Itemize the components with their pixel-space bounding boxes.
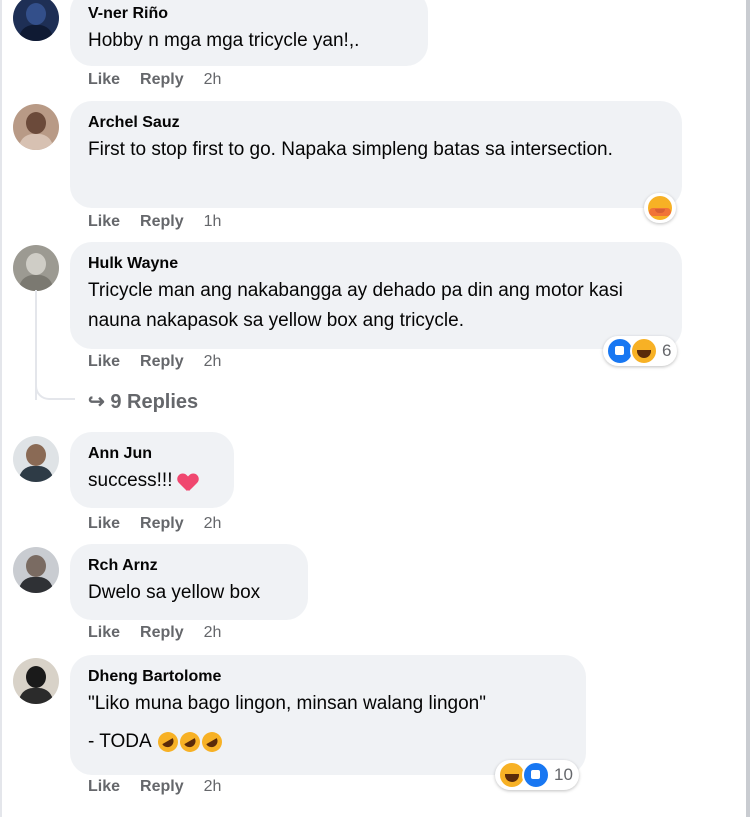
reply-button[interactable]: Reply — [140, 515, 184, 533]
avatar[interactable] — [13, 547, 59, 593]
care-face-icon — [646, 194, 674, 222]
comment-text: Tricycle man ang nakabangga ay dehado pa… — [88, 280, 623, 331]
comment-text: Hobby n mga mga tricycle yan!,. — [88, 30, 360, 51]
comment-author[interactable]: V-ner Riño — [88, 4, 410, 24]
like-button[interactable]: Like — [88, 213, 120, 231]
reply-button[interactable]: Reply — [140, 213, 184, 231]
rofl-icon — [198, 728, 226, 756]
comment-bubble: Dheng Bartolome "Liko muna bago lingon, … — [70, 655, 586, 775]
reply-button[interactable]: Reply — [140, 353, 184, 371]
like-button[interactable]: Like — [88, 71, 120, 89]
view-replies-link[interactable]: ↪ 9 Replies — [88, 389, 198, 414]
reply-button[interactable]: Reply — [140, 71, 184, 89]
timestamp[interactable]: 1h — [204, 213, 222, 231]
timestamp[interactable]: 2h — [204, 71, 222, 89]
avatar[interactable] — [13, 245, 59, 291]
haha-icon — [630, 337, 658, 365]
reaction-count: 10 — [554, 765, 573, 784]
comment-text-content: success!!! — [88, 470, 173, 491]
comment-actions: Like Reply 2h — [88, 624, 241, 642]
timestamp[interactable]: 2h — [204, 624, 222, 642]
comment-bubble: V-ner Riño Hobby n mga mga tricycle yan!… — [70, 0, 428, 66]
like-button[interactable]: Like — [88, 515, 120, 533]
reply-button[interactable]: Reply — [140, 778, 184, 796]
comment-actions: Like Reply 2h — [88, 353, 241, 371]
reaction-count: 6 — [662, 341, 672, 360]
reaction-summary[interactable]: 10 — [495, 760, 579, 790]
comment-author[interactable]: Dheng Bartolome — [88, 667, 568, 687]
avatar[interactable] — [13, 0, 59, 41]
like-button[interactable]: Like — [88, 353, 120, 371]
comment-author[interactable]: Hulk Wayne — [88, 254, 664, 274]
avatar[interactable] — [13, 104, 59, 150]
comment-text: First to stop first to go. Napaka simple… — [88, 139, 613, 160]
comment-author[interactable]: Archel Sauz — [88, 113, 664, 133]
replies-label: 9 Replies — [110, 391, 199, 413]
timestamp[interactable]: 2h — [204, 353, 222, 371]
avatar[interactable] — [13, 436, 59, 482]
panel-left-border — [0, 0, 2, 817]
reply-arrow-icon: ↪ — [88, 391, 105, 413]
timestamp[interactable]: 2h — [204, 778, 222, 796]
comment-text-line2: - TODA — [88, 727, 568, 757]
avatar[interactable] — [13, 658, 59, 704]
rofl-icon — [154, 728, 182, 756]
comment-bubble: Hulk Wayne Tricycle man ang nakabangga a… — [70, 242, 682, 349]
comment-actions: Like Reply 2h — [88, 515, 241, 533]
heart-icon — [178, 471, 200, 491]
rofl-icon — [176, 728, 204, 756]
comment-actions: Like Reply 2h — [88, 71, 241, 89]
comment-text: "Liko muna bago lingon, minsan walang li… — [88, 693, 486, 714]
like-button[interactable]: Like — [88, 624, 120, 642]
comment-author[interactable]: Rch Arnz — [88, 556, 290, 576]
reaction-summary[interactable] — [644, 193, 676, 223]
like-button[interactable]: Like — [88, 778, 120, 796]
panel-scrollbar[interactable] — [746, 0, 750, 817]
comment-actions: Like Reply 1h — [88, 213, 241, 231]
reply-button[interactable]: Reply — [140, 624, 184, 642]
like-icon — [522, 761, 550, 789]
comment-bubble: Ann Jun success!!! — [70, 432, 234, 508]
comment-actions: Like Reply 2h — [88, 778, 241, 796]
thread-connector — [35, 380, 75, 400]
comment-text: success!!! — [88, 466, 216, 496]
comment-signature: - TODA — [88, 731, 151, 752]
comment-bubble: Rch Arnz Dwelo sa yellow box — [70, 544, 308, 620]
timestamp[interactable]: 2h — [204, 515, 222, 533]
comment-bubble: Archel Sauz First to stop first to go. N… — [70, 101, 682, 208]
reaction-summary[interactable]: 6 — [603, 336, 678, 366]
comment-author[interactable]: Ann Jun — [88, 444, 216, 464]
comment-text: Dwelo sa yellow box — [88, 582, 261, 603]
